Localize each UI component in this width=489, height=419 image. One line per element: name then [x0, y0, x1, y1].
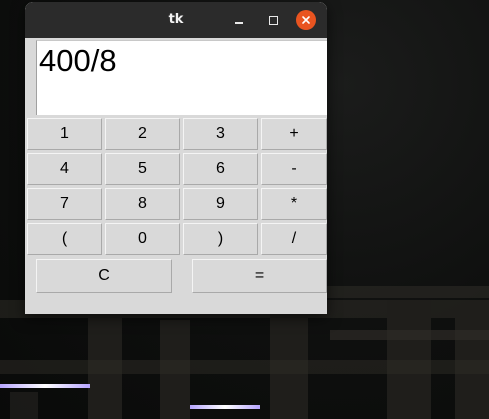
key-3[interactable]: 3: [183, 118, 258, 150]
key-multiply[interactable]: *: [261, 188, 327, 220]
key-6[interactable]: 6: [183, 153, 258, 185]
key-0[interactable]: 0: [105, 223, 180, 255]
key-minus[interactable]: -: [261, 153, 327, 185]
calculator-window: tk 400/8 1 2 3 + 4 5 6 - 7 8 9 * ( 0 ) /…: [25, 2, 327, 314]
key-2[interactable]: 2: [105, 118, 180, 150]
clear-button[interactable]: C: [36, 259, 172, 293]
equals-button[interactable]: =: [192, 259, 327, 293]
key-7[interactable]: 7: [27, 188, 102, 220]
key-8[interactable]: 8: [105, 188, 180, 220]
key-9[interactable]: 9: [183, 188, 258, 220]
close-icon[interactable]: [296, 10, 316, 30]
maximize-icon[interactable]: [263, 10, 283, 30]
key-plus[interactable]: +: [261, 118, 327, 150]
key-open-paren[interactable]: (: [27, 223, 102, 255]
display-value: 400/8: [39, 43, 117, 78]
key-4[interactable]: 4: [27, 153, 102, 185]
key-divide[interactable]: /: [261, 223, 327, 255]
display-field[interactable]: 400/8: [36, 40, 327, 115]
calculator-body: 400/8 1 2 3 + 4 5 6 - 7 8 9 * ( 0 ) / C …: [25, 38, 327, 314]
minimize-icon[interactable]: [229, 10, 249, 30]
key-1[interactable]: 1: [27, 118, 102, 150]
key-5[interactable]: 5: [105, 153, 180, 185]
key-close-paren[interactable]: ): [183, 223, 258, 255]
title-bar[interactable]: tk: [25, 2, 327, 38]
